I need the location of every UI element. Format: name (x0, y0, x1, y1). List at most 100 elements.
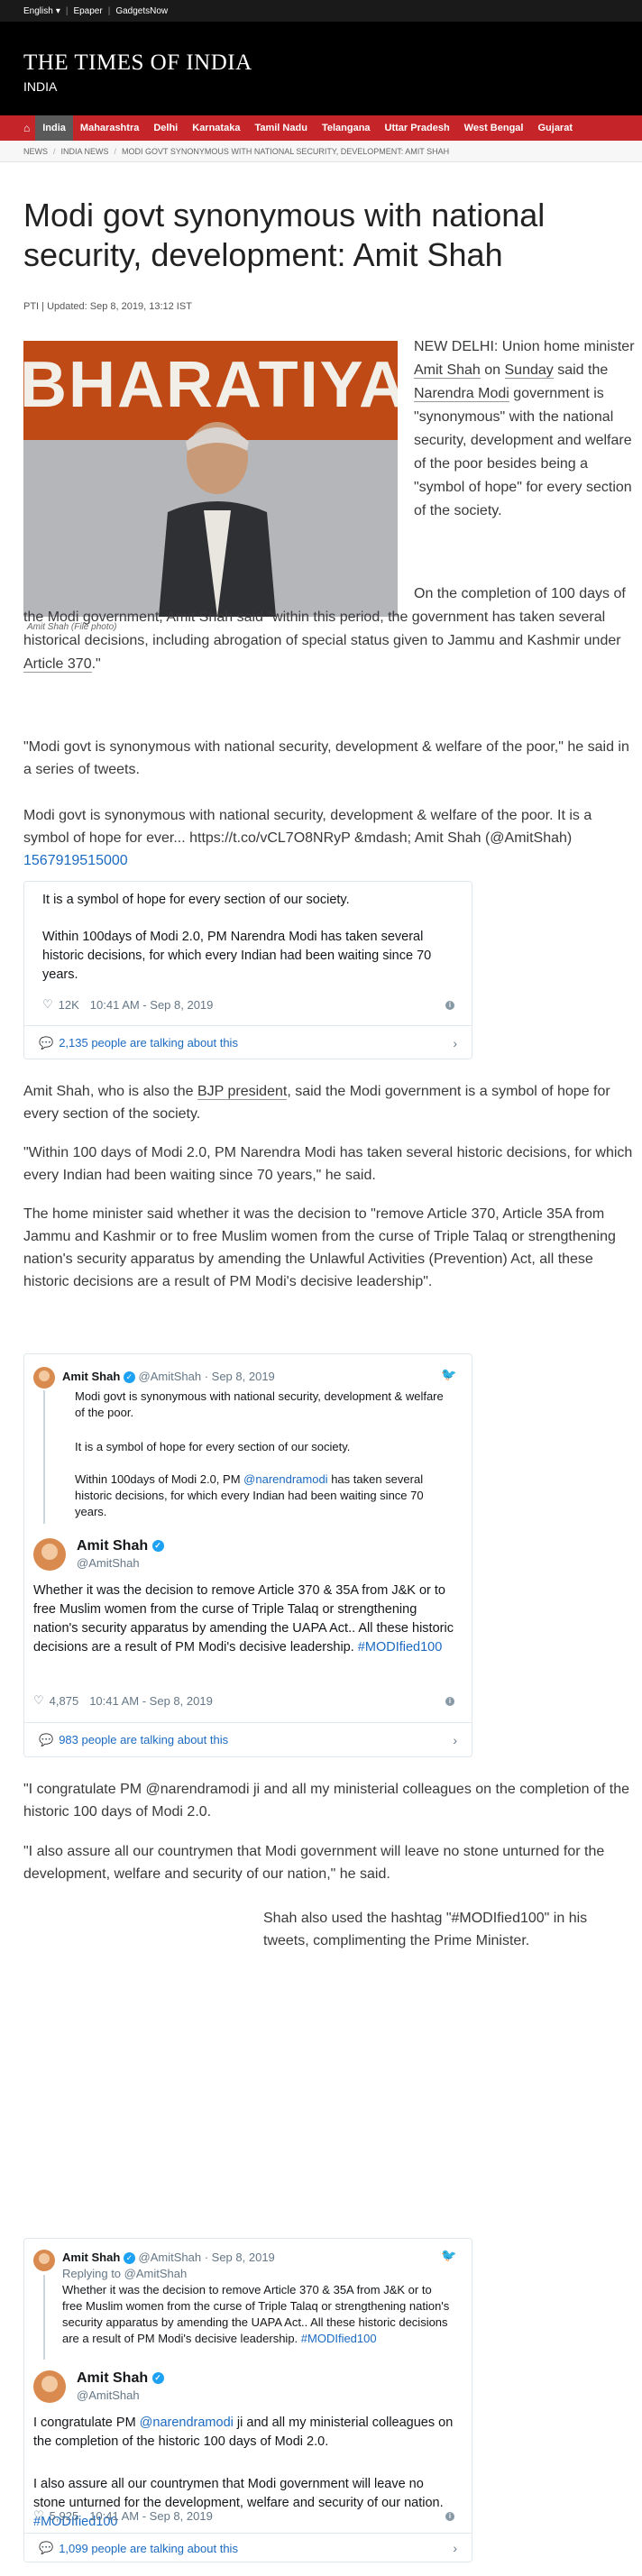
talking-count: 1,099 people are talking about this (59, 2541, 238, 2555)
nav-item-uttar-pradesh[interactable]: Uttar Pradesh (378, 115, 457, 141)
paragraph-2: On the completion of 100 days of the Mod… (23, 582, 637, 676)
tweet-timestamp-link[interactable]: 1567919515000 (23, 853, 128, 868)
tweet-meta: ♡ 12K 10:41 AM - Sep 8, 2019 (42, 997, 213, 1012)
nav-item-maharashtra[interactable]: Maharashtra (73, 115, 146, 141)
breadcrumb-india-news[interactable]: INDIA NEWS (61, 147, 109, 156)
author-handle[interactable]: @AmitShah (77, 2388, 140, 2402)
top-strip: English ▾ | Epaper | GadgetsNow (0, 0, 642, 22)
epaper-link[interactable]: Epaper (73, 6, 102, 16)
chevron-right-icon: › (453, 1035, 457, 1050)
nav-item-delhi[interactable]: Delhi (146, 115, 185, 141)
tweet-time[interactable]: 10:41 AM - Sep 8, 2019 (89, 2509, 213, 2523)
twitter-bird-icon[interactable]: 🐦 (441, 2248, 456, 2263)
verified-icon: ✓ (123, 1371, 135, 1384)
divider: | (65, 5, 69, 16)
info-icon[interactable]: i (445, 2512, 454, 2521)
info-icon[interactable]: i (445, 1697, 454, 1706)
link-article-370[interactable]: Article 370 (23, 656, 92, 673)
author-block: Amit Shah ✓ (77, 2370, 164, 2387)
author-name[interactable]: Amit Shah (77, 2370, 148, 2386)
quote-text: Modi govt is synonymous with national se… (75, 1389, 444, 1419)
author-name[interactable]: Amit Shah (77, 1538, 148, 1554)
breadcrumb-current: MODI GOVT SYNONYMOUS WITH NATIONAL SECUR… (122, 146, 450, 156)
nav-item-tamil-nadu[interactable]: Tamil Nadu (247, 115, 314, 141)
paragraph-1: NEW DELHI: Union home minister Amit Shah… (414, 335, 637, 523)
paragraph-10: Shah also used the hashtag "#MODIfied100… (263, 1911, 588, 1948)
mention-link[interactable]: @narendramodi (140, 2416, 234, 2430)
conversation-link[interactable]: 💬 1,099 people are talking about this › (24, 2533, 472, 2562)
link-bjp-president[interactable]: BJP president (197, 1084, 288, 1100)
text: On the completion of 100 days of the Mod… (23, 586, 626, 648)
masthead: THE TIMES OF INDIA INDIA (0, 22, 642, 115)
article-photo: BHARATIYA (23, 341, 398, 617)
tweet-meta: ♡ 5,925 10:41 AM - Sep 8, 2019 (33, 2508, 213, 2523)
link-sunday[interactable]: Sunday (504, 362, 554, 379)
quote-text: It is a symbol of hope for every section… (75, 1440, 351, 1453)
text: Amit Shah, who is also the (23, 1084, 197, 1099)
nav-item-west-bengal[interactable]: West Bengal (457, 115, 531, 141)
breadcrumb-separator: / (114, 146, 117, 156)
comment-icon: 💬 (39, 1732, 54, 1746)
avatar[interactable] (33, 2370, 66, 2403)
heart-icon[interactable]: ♡ (33, 1693, 44, 1708)
gadgetsnow-link[interactable]: GadgetsNow (115, 6, 168, 16)
like-count: 4,875 (49, 1693, 79, 1708)
quote-header: Amit Shah ✓ @AmitShah · Sep 8, 2019 (62, 2250, 275, 2266)
author-handle[interactable]: @AmitShah · Sep 8, 2019 (139, 2251, 275, 2264)
home-icon[interactable]: ⌂ (23, 122, 30, 134)
chevron-right-icon: › (453, 1732, 457, 1747)
twitter-bird-icon[interactable]: 🐦 (441, 1367, 456, 1382)
site-logo[interactable]: THE TIMES OF INDIA (23, 50, 642, 76)
avatar[interactable] (33, 1367, 55, 1389)
tweet-time[interactable]: 10:41 AM - Sep 8, 2019 (90, 998, 214, 1012)
tweet-line: It is a symbol of hope for every section… (42, 893, 350, 907)
chevron-down-icon: ▾ (55, 5, 60, 16)
nav-item-karnataka[interactable]: Karnataka (185, 115, 247, 141)
embedded-tweet-1[interactable]: It is a symbol of hope for every section… (23, 881, 472, 1059)
breadcrumb: NEWS / INDIA NEWS / MODI GOVT SYNONYMOUS… (0, 141, 642, 162)
embedded-tweet-3[interactable]: Amit Shah ✓ @AmitShah · Sep 8, 2019 🐦 Re… (23, 2238, 472, 2562)
heart-icon[interactable]: ♡ (42, 997, 53, 1012)
link-amit-shah[interactable]: Amit Shah (414, 362, 481, 379)
text: on (480, 362, 505, 378)
comment-icon: 💬 (39, 2541, 54, 2554)
author-name[interactable]: Amit Shah (62, 2251, 120, 2264)
conversation-link[interactable]: 💬 2,135 people are talking about this › (24, 1025, 472, 1059)
conversation-link[interactable]: 💬 983 people are talking about this › (24, 1722, 472, 1756)
embedded-tweet-2[interactable]: Amit Shah ✓ @AmitShah · Sep 8, 2019 🐦 Mo… (23, 1353, 472, 1757)
breadcrumb-news[interactable]: NEWS (23, 147, 48, 156)
heart-icon[interactable]: ♡ (33, 2508, 44, 2523)
thread-line (43, 2275, 45, 2360)
divider: | (107, 5, 111, 16)
paragraph-7: The home minister said whether it was th… (23, 1206, 616, 1289)
edition-label: INDIA (23, 79, 58, 94)
hashtag-link[interactable]: #MODIfied100 (358, 1640, 443, 1655)
replying-to[interactable]: Replying to @AmitShah (62, 2266, 187, 2282)
nav-item-india[interactable]: India (35, 115, 73, 141)
text: I also assure all our countrymen that Mo… (33, 2477, 444, 2510)
avatar[interactable] (33, 1538, 66, 1571)
author-handle[interactable]: @AmitShah · Sep 8, 2019 (139, 1370, 275, 1383)
text: Modi govt is synonymous with national se… (23, 808, 592, 846)
tweet-body: I congratulate PM @narendramodi ji and a… (33, 2414, 457, 2452)
talking-count: 2,135 people are talking about this (59, 1036, 238, 1050)
paragraph-8: "I congratulate PM @narendramodi ji and … (23, 1782, 630, 1820)
nav-item-telangana[interactable]: Telangana (315, 115, 378, 141)
hashtag-link[interactable]: #MODIfied100 (301, 2332, 377, 2345)
tweet-body: I also assure all our countrymen that Mo… (33, 2475, 457, 2532)
paragraph-6: "Within 100 days of Modi 2.0, PM Narendr… (23, 1145, 633, 1183)
nav-item-gujarat[interactable]: Gujarat (530, 115, 580, 141)
comment-icon: 💬 (39, 1035, 54, 1050)
tweet-time[interactable]: 10:41 AM - Sep 8, 2019 (89, 1694, 213, 1708)
mention-link[interactable]: @narendramodi (243, 1472, 327, 1486)
avatar[interactable] (33, 2250, 55, 2271)
text: NEW DELHI: Union home minister (414, 339, 635, 354)
paragraph-9: "I also assure all our countrymen that M… (23, 1844, 605, 1882)
link-narendra-modi[interactable]: Narendra Modi (414, 386, 509, 402)
author-name[interactable]: Amit Shah (62, 1370, 120, 1383)
author-handle[interactable]: @AmitShah (77, 1556, 140, 1570)
info-icon[interactable]: i (445, 1001, 454, 1010)
language-selector[interactable]: English (23, 6, 53, 16)
paragraph-4: Modi govt is synonymous with national se… (23, 804, 640, 872)
thread-line (43, 1390, 45, 1524)
